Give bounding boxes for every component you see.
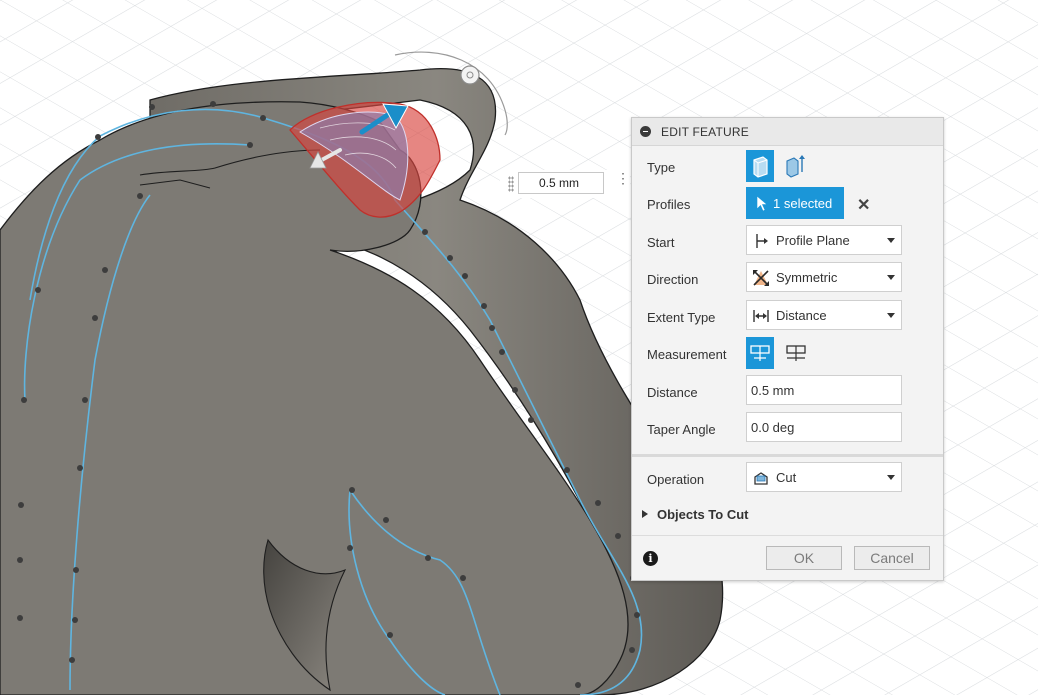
clear-selection-icon[interactable]: ✕: [857, 195, 870, 215]
measurement-half-button[interactable]: [746, 337, 774, 369]
drag-handle-icon[interactable]: [508, 176, 514, 192]
inline-distance-input[interactable]: 0.5 mm: [518, 172, 604, 194]
direction-label: Direction: [647, 272, 699, 287]
ok-button[interactable]: OK: [766, 546, 842, 570]
start-row: Start Profile Plane: [632, 225, 943, 259]
measurement-whole-button[interactable]: [782, 337, 810, 369]
profiles-label: Profiles: [647, 197, 691, 212]
operation-value: Cut: [776, 470, 797, 485]
section-divider: [632, 454, 943, 457]
extent-type-value: Distance: [776, 308, 827, 323]
inline-distance-box: 0.5 mm ⋮: [500, 170, 630, 198]
profiles-select-button[interactable]: 1 selected: [746, 187, 844, 219]
edit-feature-dialog: EDIT FEATURE Type Profiles 1 selected ✕ …: [631, 117, 944, 581]
measure-half-icon: [750, 345, 770, 361]
type-label: Type: [647, 160, 676, 175]
collapse-icon[interactable]: [640, 126, 651, 137]
start-dropdown[interactable]: Profile Plane: [746, 225, 902, 255]
cursor-arrow-icon: [756, 195, 768, 212]
info-icon[interactable]: i: [643, 551, 658, 566]
profiles-row: Profiles 1 selected ✕: [632, 187, 943, 221]
taper-angle-label: Taper Angle: [647, 422, 716, 437]
dialog-title: EDIT FEATURE: [661, 125, 749, 139]
extent-type-label: Extent Type: [647, 310, 716, 325]
type-row: Type: [632, 150, 943, 184]
distance-row: Distance 0.5 mm: [632, 375, 943, 409]
start-label: Start: [647, 235, 675, 250]
chevron-down-icon: [887, 475, 895, 480]
rotation-handle-icon[interactable]: [460, 65, 480, 85]
chevron-down-icon: [887, 275, 895, 280]
cut-icon: [754, 472, 768, 485]
operation-label: Operation: [647, 472, 705, 487]
operation-dropdown[interactable]: Cut: [746, 462, 902, 492]
distance-input[interactable]: 0.5 mm: [746, 375, 902, 405]
type-thin-extrude-button[interactable]: [780, 150, 808, 182]
type-extrude-button[interactable]: [746, 150, 774, 182]
dialog-footer: i OK Cancel: [632, 535, 943, 580]
chevron-down-icon: [887, 238, 895, 243]
expand-arrow-icon: [642, 510, 648, 518]
taper-angle-input[interactable]: 0.0 deg: [746, 412, 902, 442]
operation-row: Operation Cut: [632, 462, 943, 496]
direction-dropdown[interactable]: Symmetric: [746, 262, 902, 292]
symmetric-icon: [753, 270, 769, 286]
dialog-header: EDIT FEATURE: [632, 118, 943, 146]
objects-to-cut-toggle[interactable]: Objects To Cut: [642, 507, 748, 522]
chevron-down-icon: [887, 313, 895, 318]
measure-whole-icon: [786, 345, 806, 361]
profile-plane-icon: [756, 234, 768, 248]
direction-value: Symmetric: [776, 270, 838, 285]
start-value: Profile Plane: [776, 233, 850, 248]
objects-to-cut-label: Objects To Cut: [657, 507, 749, 522]
measurement-row: Measurement: [632, 337, 943, 371]
thin-extrude-icon: [786, 155, 805, 178]
measurement-label: Measurement: [647, 347, 727, 362]
more-options-icon[interactable]: ⋮: [616, 171, 630, 193]
distance-icon: [753, 310, 769, 322]
distance-label: Distance: [647, 385, 698, 400]
cancel-button[interactable]: Cancel: [854, 546, 930, 570]
extent-type-dropdown[interactable]: Distance: [746, 300, 902, 330]
profiles-selected-text: 1 selected: [773, 196, 833, 211]
extent-type-row: Extent Type Distance: [632, 300, 943, 334]
taper-angle-row: Taper Angle 0.0 deg: [632, 412, 943, 446]
extrude-solid-icon: [753, 156, 768, 178]
direction-row: Direction Symmetric: [632, 262, 943, 296]
